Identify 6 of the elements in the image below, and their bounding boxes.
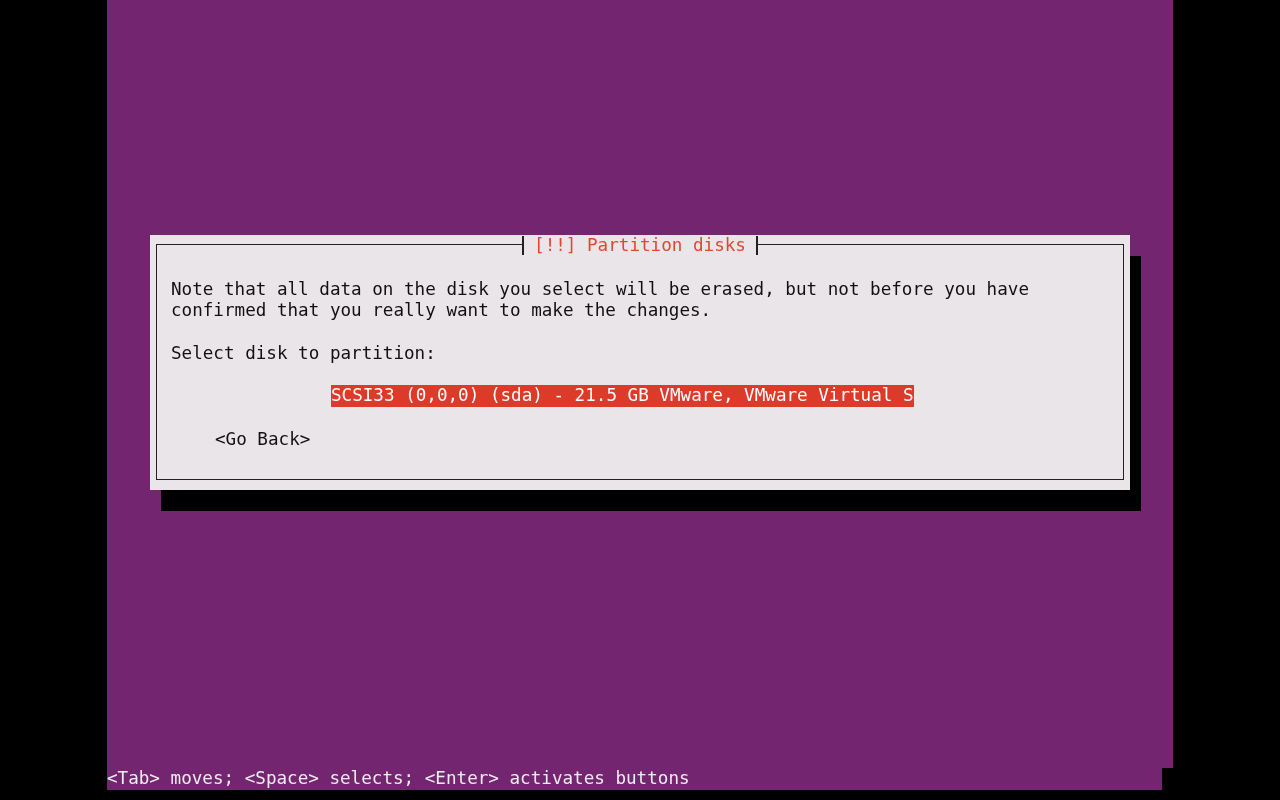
prompt-text: Select disk to partition: <box>171 342 436 365</box>
message-text: Note that all data on the disk you select will be erased, but not before you have confirmed that you really want to make the changes. <box>171 279 1029 322</box>
dialog-title: [!!] Partition disks <box>522 236 758 255</box>
go-back-button[interactable]: <Go Back> <box>215 428 311 451</box>
status-bar: <Tab> moves; <Space> selects; <Enter> activates buttons <box>107 768 1162 790</box>
disk-option[interactable]: SCSI33 (0,0,0) (sda) - 21.5 GB VMware, VMware Virtual S <box>331 385 914 407</box>
